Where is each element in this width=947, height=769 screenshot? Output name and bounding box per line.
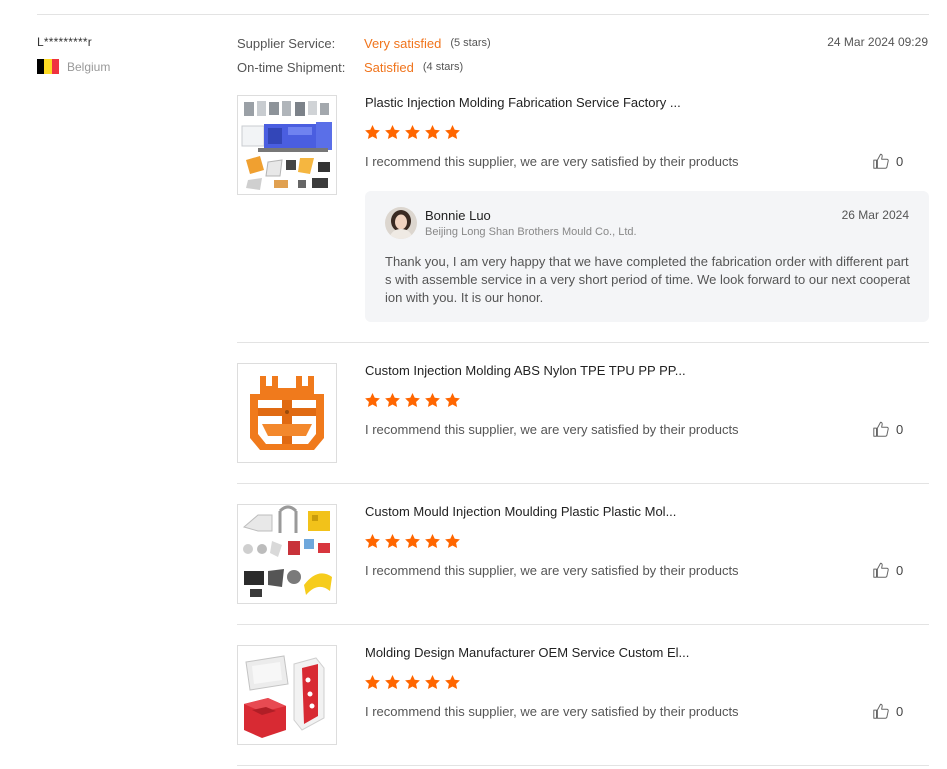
assorted-plastic-parts-image [238, 505, 336, 603]
like-button[interactable]: 0 [872, 702, 903, 720]
rating-value: Very satisfied [364, 35, 442, 51]
reviewed-products: Plastic Injection Molding Fabrication Se… [237, 95, 929, 766]
like-count: 0 [896, 153, 904, 169]
product-title-link[interactable]: Custom Injection Molding ABS Nylon TPE T… [365, 363, 686, 378]
orange-bracket-image [238, 364, 336, 462]
product-thumbnail[interactable] [237, 645, 337, 745]
product-star-rating [364, 124, 461, 141]
product-thumbnail[interactable] [237, 95, 337, 195]
reviewer-country: Belgium [37, 59, 110, 74]
rating-stars-count: (5 stars) [450, 37, 491, 49]
product-review-item: Plastic Injection Molding Fabrication Se… [237, 95, 929, 342]
belgium-flag-icon [37, 59, 59, 74]
star-icon [405, 393, 420, 408]
reply-company-name: Beijing Long Shan Brothers Mould Co., Lt… [425, 226, 637, 238]
like-count: 0 [896, 703, 904, 719]
star-icon [425, 393, 440, 408]
product-thumbnail[interactable] [237, 363, 337, 463]
item-divider [237, 342, 929, 343]
thumbs-up-icon [873, 421, 889, 437]
like-button[interactable]: 0 [872, 420, 903, 438]
item-divider [237, 483, 929, 484]
star-icon [445, 125, 460, 140]
star-icon [405, 675, 420, 690]
rating-on-time-shipment: On-time Shipment: Satisfied (4 stars) [237, 59, 491, 75]
item-divider [237, 624, 929, 625]
star-icon [385, 534, 400, 549]
star-icon [425, 534, 440, 549]
avatar [385, 207, 417, 239]
star-icon [445, 393, 460, 408]
star-icon [385, 675, 400, 690]
reviewer-info: L*********r Belgium [37, 35, 110, 74]
country-name: Belgium [67, 59, 111, 74]
star-icon [445, 675, 460, 690]
star-icon [385, 125, 400, 140]
star-icon [365, 393, 380, 408]
reply-author-name: Bonnie Luo [425, 208, 491, 223]
star-icon [445, 534, 460, 549]
review-comment: I recommend this supplier, we are very s… [365, 422, 739, 437]
star-icon [425, 125, 440, 140]
top-divider [37, 14, 929, 15]
product-title-link[interactable]: Plastic Injection Molding Fabrication Se… [365, 95, 681, 110]
like-count: 0 [896, 421, 904, 437]
rating-supplier-service: Supplier Service: Very satisfied (5 star… [237, 35, 491, 51]
injection-machine-parts-image [238, 96, 336, 194]
rating-stars-count: (4 stars) [422, 61, 464, 73]
red-white-enclosure-image [238, 646, 336, 744]
star-icon [425, 675, 440, 690]
star-icon [365, 125, 380, 140]
product-star-rating [364, 392, 461, 409]
product-review-item: Molding Design Manufacturer OEM Service … [237, 645, 929, 745]
like-button[interactable]: 0 [872, 561, 903, 579]
supplier-ratings: Supplier Service: Very satisfied (5 star… [237, 35, 491, 83]
reply-date: 26 Mar 2024 [841, 208, 909, 222]
star-icon [365, 534, 380, 549]
rating-label: Supplier Service: [237, 35, 336, 51]
review-comment: I recommend this supplier, we are very s… [365, 704, 739, 719]
star-icon [385, 393, 400, 408]
thumbs-up-icon [873, 153, 889, 169]
star-icon [405, 534, 420, 549]
review-date: 24 Mar 2024 09:29 [827, 35, 928, 49]
thumbs-up-icon [873, 703, 889, 719]
product-title-link[interactable]: Molding Design Manufacturer OEM Service … [365, 645, 689, 660]
product-review-item: Custom Injection Molding ABS Nylon TPE T… [237, 363, 929, 463]
like-count: 0 [896, 562, 904, 578]
star-icon [365, 675, 380, 690]
star-icon [405, 125, 420, 140]
like-button[interactable]: 0 [872, 152, 903, 170]
product-thumbnail[interactable] [237, 504, 337, 604]
product-star-rating [364, 533, 461, 550]
thumbs-up-icon [873, 562, 889, 578]
reply-text: Thank you, I am very happy that we have … [385, 254, 911, 305]
product-star-rating [364, 674, 461, 691]
rating-value: Satisfied [364, 59, 414, 75]
supplier-reply: Bonnie Luo Beijing Long Shan Brothers Mo… [365, 191, 929, 322]
item-divider [237, 765, 929, 766]
rating-label: On-time Shipment: [237, 59, 346, 75]
review-comment: I recommend this supplier, we are very s… [365, 154, 739, 169]
reviewer-name: L*********r [37, 35, 92, 49]
review-comment: I recommend this supplier, we are very s… [365, 563, 739, 578]
product-review-item: Custom Mould Injection Moulding Plastic … [237, 504, 929, 604]
product-title-link[interactable]: Custom Mould Injection Moulding Plastic … [365, 504, 676, 519]
